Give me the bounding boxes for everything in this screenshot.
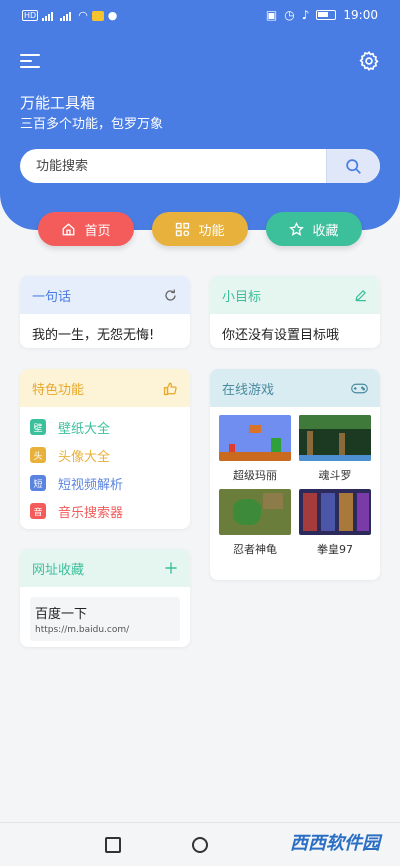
feature-card-title: 特色功能 <box>32 382 85 398</box>
status-right-icons: ▣ ◷ ♪ 19:00 <box>266 8 378 22</box>
header-banner: HD ◠ ● ▣ ◷ ♪ 19:00 万能工具箱 三百多个功能，包罗万象 <box>0 0 400 230</box>
search-bar <box>20 149 380 183</box>
edit-icon[interactable] <box>354 288 368 302</box>
watermark-logo: 西西软件园 <box>290 833 380 854</box>
notification-icon <box>91 10 104 21</box>
games-card: 在线游戏 超级玛丽 魂斗罗 忍者神龟 拳皇97 <box>210 369 380 580</box>
wallpaper-badge: 壁 <box>30 419 46 435</box>
quote-card-header: 一句话 <box>20 276 190 314</box>
quote-card-title: 一句话 <box>32 289 72 305</box>
game-super-mario[interactable]: 超级玛丽 <box>219 415 291 483</box>
grid-icon <box>176 222 190 236</box>
thumbs-up-icon <box>163 382 177 395</box>
avatar-badge: 头 <box>30 447 46 463</box>
game-name: 忍者神龟 <box>233 543 277 556</box>
signal-icon <box>42 11 56 21</box>
game-name: 魂斗罗 <box>318 469 352 482</box>
system-nav-bar: 西西软件园 <box>0 822 400 866</box>
search-button[interactable] <box>326 149 380 183</box>
contra-thumbnail <box>299 415 371 461</box>
gear-icon[interactable] <box>358 50 380 72</box>
hd-icon: HD <box>22 10 39 21</box>
bookmark-card-title: 网址收藏 <box>32 562 85 578</box>
bookmark-url: https://m.baidu.com/ <box>35 625 130 635</box>
game-contra[interactable]: 魂斗罗 <box>299 415 371 483</box>
home-button[interactable] <box>192 837 208 853</box>
tab-home[interactable]: 首页 <box>38 212 134 246</box>
feature-label-video-parse: 短视频解析 <box>58 477 124 493</box>
tab-home-label: 首页 <box>84 223 111 239</box>
status-bar: HD ◠ ● ▣ ◷ ♪ 19:00 <box>0 0 400 32</box>
bookmark-item[interactable]: 百度一下 https://m.baidu.com/ <box>30 597 180 641</box>
quote-text: 我的一生，无怨无悔! <box>32 328 155 343</box>
feature-label-avatar: 头像大全 <box>58 449 111 465</box>
refresh-icon[interactable] <box>163 288 178 303</box>
feature-item-video-parse[interactable]: 短 短视频解析 <box>30 469 180 497</box>
gamepad-icon <box>351 383 368 393</box>
bookmark-card-header: 网址收藏 <box>20 549 190 587</box>
music-badge: 音 <box>30 503 46 519</box>
feature-label-wallpaper: 壁纸大全 <box>58 421 111 437</box>
qq-icon: ● <box>107 9 118 22</box>
tab-functions[interactable]: 功能 <box>152 212 248 246</box>
games-grid: 超级玛丽 魂斗罗 忍者神龟 拳皇97 <box>210 407 380 557</box>
app-title: 万能工具箱 <box>20 94 96 112</box>
tab-functions-label: 功能 <box>198 223 225 239</box>
wifi-icon: ◠ <box>78 9 88 22</box>
add-icon[interactable] <box>164 561 178 575</box>
search-input[interactable] <box>20 149 326 183</box>
goal-card-header: 小目标 <box>210 276 380 314</box>
super-mario-thumbnail <box>219 415 291 461</box>
feature-list: 壁 壁纸大全 头 头像大全 短 短视频解析 音 音乐搜索器 <box>20 407 190 529</box>
feature-label-music-search: 音乐搜索器 <box>58 505 124 521</box>
bookmark-title: 百度一下 <box>35 607 88 622</box>
status-left-icons: HD ◠ ● <box>22 9 117 22</box>
bookmark-card: 网址收藏 百度一下 https://m.baidu.com/ <box>20 549 190 647</box>
goal-card-title: 小目标 <box>222 289 262 305</box>
goal-card[interactable]: 小目标 你还没有设置目标哦 <box>210 276 380 348</box>
games-card-title: 在线游戏 <box>222 382 275 398</box>
goal-text: 你还没有设置目标哦 <box>222 328 340 343</box>
home-icon <box>63 222 75 235</box>
search-icon <box>346 159 361 174</box>
star-icon <box>289 221 305 236</box>
game-name: 拳皇97 <box>317 543 353 556</box>
battery-icon <box>316 10 337 20</box>
games-card-header: 在线游戏 <box>210 369 380 407</box>
game-ninja-turtles[interactable]: 忍者神龟 <box>219 489 291 557</box>
feature-item-music-search[interactable]: 音 音乐搜索器 <box>30 497 180 525</box>
feature-card: 特色功能 壁 壁纸大全 头 头像大全 短 短视频解析 音 音乐搜索器 <box>20 369 190 529</box>
kof97-thumbnail <box>299 489 371 535</box>
tab-favorites-label: 收藏 <box>312 223 339 239</box>
tab-favorites[interactable]: 收藏 <box>266 212 362 246</box>
ninja-turtles-thumbnail <box>219 489 291 535</box>
game-name: 超级玛丽 <box>233 469 277 482</box>
video-badge: 短 <box>30 475 46 491</box>
mute-icon: ♪ <box>301 8 310 22</box>
nfc-icon: ▣ <box>265 8 278 22</box>
menu-icon[interactable] <box>20 52 40 70</box>
clock-text: 19:00 <box>343 8 378 22</box>
game-kof97[interactable]: 拳皇97 <box>299 489 371 557</box>
feature-item-wallpaper[interactable]: 壁 壁纸大全 <box>30 413 180 441</box>
recents-button[interactable] <box>105 837 121 853</box>
feature-card-header: 特色功能 <box>20 369 190 407</box>
quote-card: 一句话 我的一生，无怨无悔! <box>20 276 190 348</box>
alarm-icon: ◷ <box>284 8 295 22</box>
feature-item-avatar[interactable]: 头 头像大全 <box>30 441 180 469</box>
signal-icon-2 <box>60 11 74 21</box>
app-subtitle: 三百多个功能，包罗万象 <box>20 117 164 132</box>
